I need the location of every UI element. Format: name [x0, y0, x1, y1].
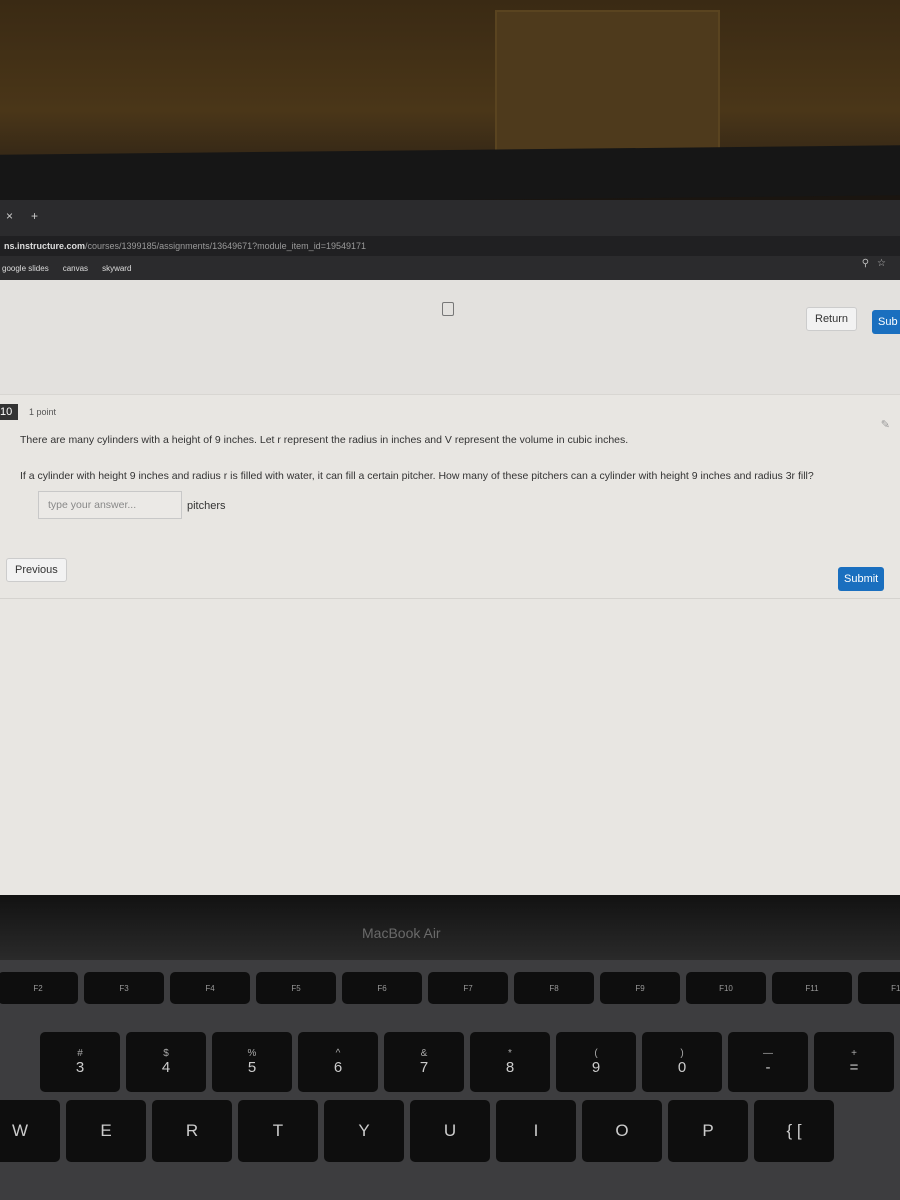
key-label: %: [247, 1048, 257, 1059]
key-4[interactable]: & 7: [384, 1032, 464, 1092]
key-f10[interactable]: F10: [686, 972, 766, 1004]
key-label: 7: [419, 1059, 429, 1076]
key-label: 8: [505, 1059, 515, 1076]
key-f9[interactable]: F9: [600, 972, 680, 1004]
address-bar[interactable]: ns.instructure.com/courses/1399185/assig…: [0, 236, 900, 256]
key-f4[interactable]: F4: [170, 972, 250, 1004]
key-label: -: [765, 1059, 771, 1076]
key-f11[interactable]: F11: [772, 972, 852, 1004]
key-label: 5: [247, 1059, 257, 1076]
key-7[interactable]: ) 0: [642, 1032, 722, 1092]
answer-input[interactable]: type your answer...: [38, 491, 182, 519]
divider: [0, 598, 900, 599]
key-letter[interactable]: I: [496, 1100, 576, 1162]
key-label: #: [77, 1048, 83, 1059]
key-f2[interactable]: F2: [0, 972, 78, 1004]
key-letter[interactable]: R: [152, 1100, 232, 1162]
key-9[interactable]: + =: [814, 1032, 894, 1092]
return-button[interactable]: Return: [806, 307, 858, 331]
key-0[interactable]: #3: [40, 1032, 120, 1092]
new-tab-button[interactable]: +: [31, 209, 38, 223]
key-8[interactable]: — -: [728, 1032, 808, 1092]
key-f5[interactable]: F5: [256, 972, 336, 1004]
question-number: 10: [0, 404, 19, 420]
key-f7[interactable]: F7: [428, 972, 508, 1004]
key-f6[interactable]: F6: [342, 972, 422, 1004]
key-label: 3: [75, 1059, 85, 1076]
quiz-page: Return Sub 10 1 point ✎ There are many c…: [0, 280, 900, 895]
key-label: 0: [677, 1059, 687, 1076]
key-f12[interactable]: F12: [858, 972, 900, 1004]
key-letter[interactable]: O: [582, 1100, 662, 1162]
key-letter[interactable]: T: [238, 1100, 318, 1162]
key-f8[interactable]: F8: [514, 972, 594, 1004]
submit-button-top[interactable]: Sub: [872, 310, 900, 334]
door: [495, 10, 720, 160]
key-label: 4: [161, 1059, 171, 1076]
browser-chrome: × + ns.instructure.com/courses/1399185/a…: [0, 200, 900, 280]
key-label: 9: [591, 1059, 601, 1076]
star-icon[interactable]: ☆: [877, 258, 886, 269]
key-2[interactable]: % 5: [212, 1032, 292, 1092]
zoom-icon[interactable]: ⚲: [862, 258, 869, 269]
key-label: (: [594, 1048, 598, 1059]
key-label: 6: [333, 1059, 343, 1076]
screen-bezel: [0, 145, 900, 205]
key-label: +: [851, 1048, 857, 1059]
question-points: 1 point: [29, 407, 57, 417]
key-f3[interactable]: F3: [84, 972, 164, 1004]
key-letter[interactable]: E: [66, 1100, 146, 1162]
pin-icon[interactable]: ✎: [881, 418, 890, 431]
answer-unit: pitchers: [187, 500, 226, 512]
close-tab-icon[interactable]: ×: [6, 209, 13, 223]
question-text-1: There are many cylinders with a height o…: [20, 434, 629, 446]
key-letter[interactable]: Y: [324, 1100, 404, 1162]
key-5[interactable]: * 8: [470, 1032, 550, 1092]
keyboard: F2F3F4F5F6F7F8F9F10F11F12 #3$4%5^6&7*8(9…: [0, 960, 900, 1200]
question-text-2: If a cylinder with height 9 inches and r…: [20, 470, 814, 482]
key-label: $: [163, 1048, 169, 1059]
url-path: /courses/1399185/assignments/13649671?mo…: [85, 241, 366, 251]
laptop-brand: MacBook Air: [362, 925, 441, 941]
key-label: ): [680, 1048, 684, 1059]
key-label: &: [420, 1048, 428, 1059]
key-letter[interactable]: U: [410, 1100, 490, 1162]
key-label: =: [849, 1059, 859, 1076]
key-label: —: [763, 1048, 773, 1059]
bookmark-skyward[interactable]: skyward: [102, 264, 131, 273]
url-host: ns.instructure.com: [4, 241, 86, 251]
key-letter[interactable]: W: [0, 1100, 60, 1162]
key-letter[interactable]: P: [668, 1100, 748, 1162]
key-letter[interactable]: { [: [754, 1100, 834, 1162]
key-label: ^: [335, 1048, 341, 1059]
previous-button[interactable]: Previous: [6, 558, 67, 582]
bookmark-canvas[interactable]: canvas: [63, 264, 88, 273]
bookmark-google-slides[interactable]: google slides: [2, 264, 49, 273]
laptop-bezel: MacBook Air: [0, 895, 900, 960]
key-6[interactable]: (9: [556, 1032, 636, 1092]
calculator-icon[interactable]: [442, 302, 454, 316]
submit-button[interactable]: Submit: [838, 567, 885, 591]
key-label: *: [508, 1048, 512, 1059]
bookmarks-bar: google slides canvas skyward: [0, 258, 900, 278]
key-1[interactable]: $4: [126, 1032, 206, 1092]
key-3[interactable]: ^ 6: [298, 1032, 378, 1092]
